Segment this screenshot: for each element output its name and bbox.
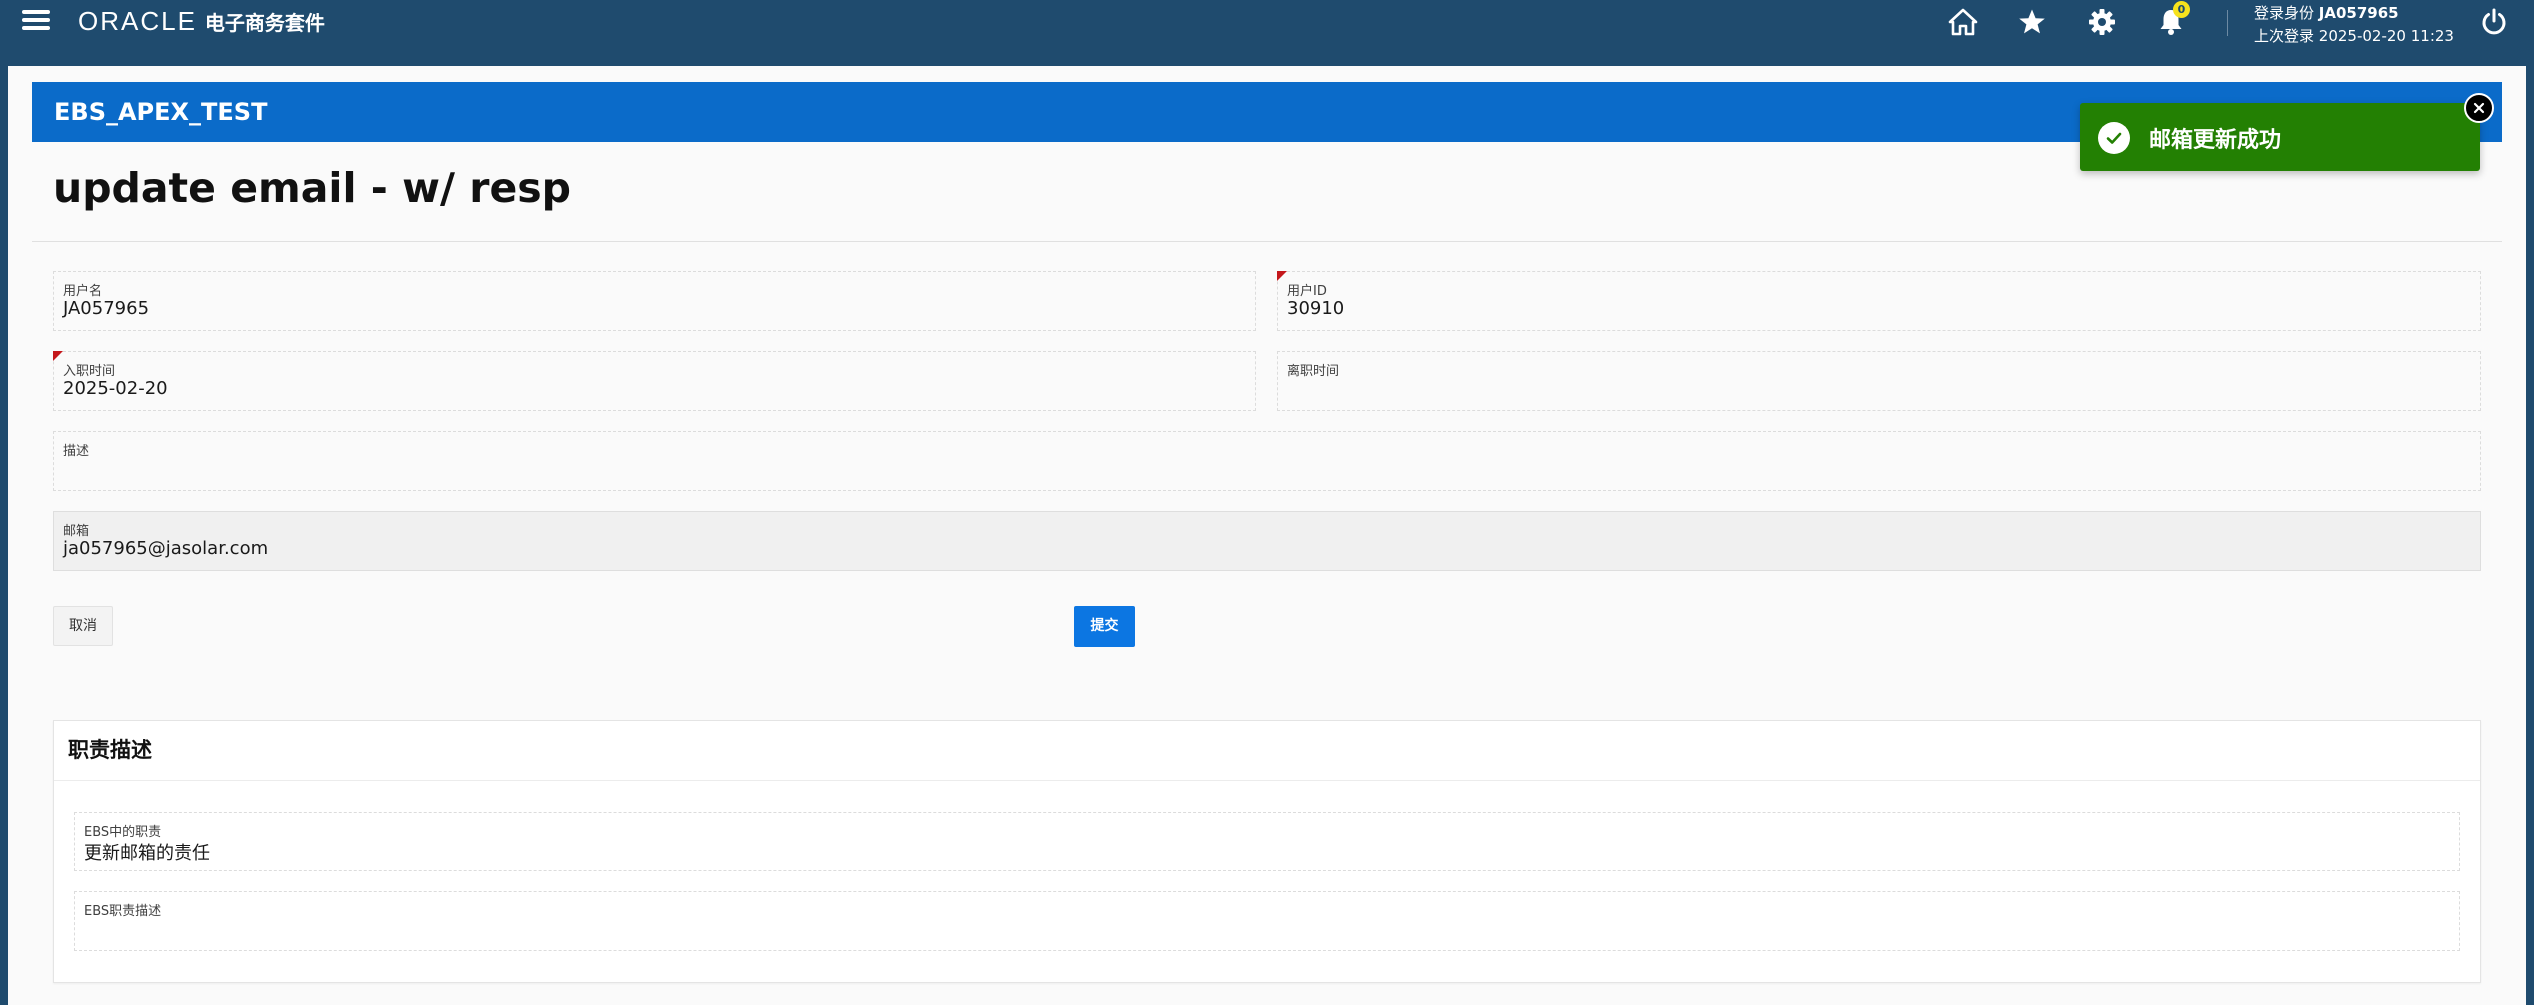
oracle-wordmark: ORACLE — [78, 6, 197, 36]
last-login-label: 上次登录 — [2254, 27, 2315, 45]
hire-date-field[interactable]: 入职时间 2025-02-20 — [53, 351, 1256, 411]
top-header: ORACLE 电子商务套件 0 登录身份 JA057965 上次登录 2025-… — [0, 0, 2534, 66]
hire-date-value: 2025-02-20 — [63, 378, 168, 399]
user-id-label: 用户ID — [1287, 284, 1327, 299]
leave-date-field[interactable]: 离职时间 — [1277, 351, 2481, 411]
submit-button[interactable]: 提交 — [1074, 606, 1135, 647]
email-label: 邮箱 — [63, 524, 90, 539]
username-label: 用户名 — [63, 284, 103, 299]
close-icon[interactable] — [2464, 93, 2494, 123]
ebs-resp-desc-label: EBS职责描述 — [84, 904, 162, 919]
cancel-button[interactable]: 取消 — [53, 606, 113, 646]
description-label: 描述 — [63, 444, 90, 459]
bell-icon[interactable]: 0 — [2155, 1, 2190, 38]
user-id: JA057965 — [2318, 4, 2399, 22]
notification-badge: 0 — [2173, 1, 2190, 18]
home-icon[interactable] — [1947, 6, 1979, 38]
description-field[interactable]: 描述 — [53, 431, 2481, 491]
power-icon[interactable] — [2478, 6, 2510, 38]
user-id-field[interactable]: 用户ID 30910 — [1277, 271, 2481, 331]
hire-date-label: 入职时间 — [63, 364, 116, 379]
ebs-resp-desc-field[interactable]: EBS职责描述 — [74, 891, 2460, 951]
username-field[interactable]: 用户名 JA057965 — [53, 271, 1256, 331]
user-info[interactable]: 登录身份 JA057965 上次登录 2025-02-20 11:23 — [2254, 2, 2454, 48]
main-content: EBS_APEX_TEST update email - w/ resp 用户名… — [8, 66, 2526, 1005]
user-id-value: 30910 — [1287, 298, 1345, 319]
leave-date-label: 离职时间 — [1287, 364, 1340, 379]
divider — [32, 241, 2502, 242]
success-toast: 邮箱更新成功 — [2080, 93, 2494, 171]
star-icon[interactable] — [2016, 6, 2048, 38]
username-value: JA057965 — [63, 298, 150, 319]
suite-name: 电子商务套件 — [204, 11, 325, 35]
responsibility-card: 职责描述 EBS中的职责 更新邮箱的责任 EBS职责描述 — [53, 720, 2481, 983]
email-field[interactable]: 邮箱 ja057965@jasolar.com — [53, 511, 2481, 571]
email-value: ja057965@jasolar.com — [63, 538, 269, 559]
ebs-resp-value: 更新邮箱的责任 — [84, 843, 210, 864]
check-icon — [2098, 122, 2130, 154]
last-login-value: 2025-02-20 11:23 — [2318, 27, 2454, 45]
page-title: update email - w/ resp — [53, 164, 572, 212]
brand-logo[interactable]: ORACLE 电子商务套件 — [78, 6, 325, 37]
gear-icon[interactable] — [2086, 6, 2118, 38]
menu-icon[interactable] — [22, 8, 52, 32]
toast-message: 邮箱更新成功 — [2149, 128, 2282, 153]
required-marker — [1277, 271, 1287, 281]
ebs-resp-field[interactable]: EBS中的职责 更新邮箱的责任 — [74, 812, 2460, 871]
required-marker — [53, 351, 63, 361]
responsibility-title: 职责描述 — [54, 721, 2480, 781]
header-divider — [2227, 10, 2228, 36]
user-label: 登录身份 — [2254, 4, 2315, 22]
ebs-resp-label: EBS中的职责 — [84, 825, 162, 840]
